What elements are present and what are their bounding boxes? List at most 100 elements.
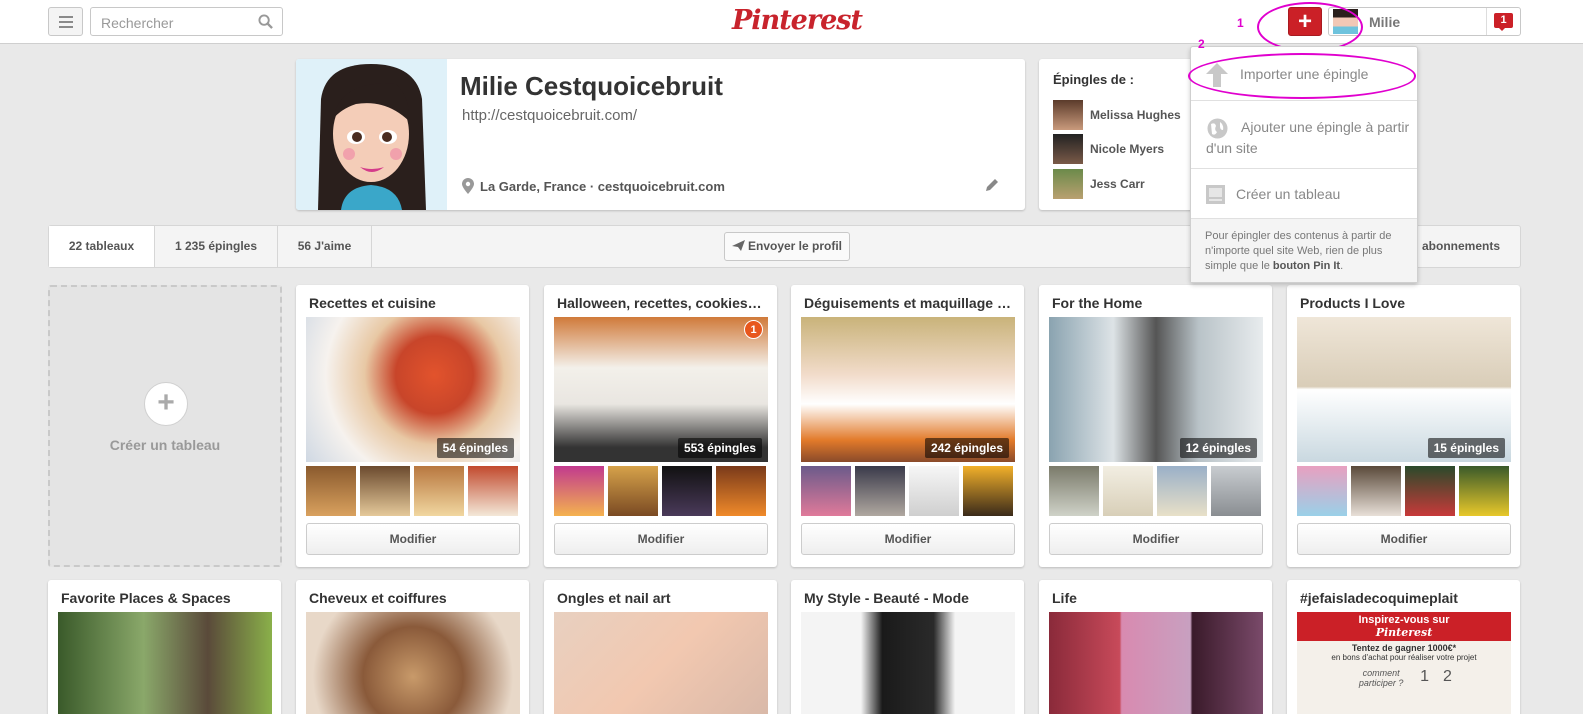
- annotation-circle-add: [1257, 2, 1363, 52]
- pin-it-help-text: Pour épingler des contenus à partir de n…: [1191, 219, 1417, 282]
- pins-from-title: Épingles de :: [1053, 72, 1134, 87]
- edit-pencil-icon[interactable]: [984, 177, 1000, 193]
- board-thumbnail: [1103, 466, 1153, 516]
- board-title: Ongles et nail art: [557, 590, 671, 606]
- help-text-end: .: [1340, 260, 1344, 272]
- avatar: [1053, 134, 1083, 164]
- user-name: Jess Carr: [1090, 177, 1145, 191]
- pins-from-panel: Épingles de : Melissa Hughes Nicole Myer…: [1039, 59, 1194, 210]
- tab-boards[interactable]: 22 tableaux: [49, 226, 155, 267]
- board-card[interactable]: For the Home 12 épingles Modifier: [1039, 285, 1272, 567]
- board-card[interactable]: My Style - Beauté - Mode: [791, 580, 1024, 714]
- inspire-steps: comment participer ? 1 2: [1297, 668, 1511, 688]
- add-pin-from-site-menu-item[interactable]: Ajouter une épingle à partir d'un site: [1191, 101, 1417, 169]
- board-grid-icon: [1206, 185, 1225, 204]
- board-title: Favorite Places & Spaces: [61, 590, 231, 606]
- board-thumbnail: [1049, 466, 1099, 516]
- board-thumbnail: [801, 466, 851, 516]
- board-card[interactable]: Déguisements et maquillage Halloween 242…: [791, 285, 1024, 567]
- pin-count: 553 épingles: [677, 438, 762, 458]
- pin-count: 54 épingles: [436, 438, 514, 458]
- board-cover[interactable]: [554, 612, 768, 714]
- add-from-site-label: Ajouter une épingle à partir d'un site: [1206, 119, 1410, 156]
- board-card[interactable]: #jefaisladecoquimeplait Inspirez-vous su…: [1287, 580, 1520, 714]
- board-cover[interactable]: 12 épingles: [1049, 317, 1263, 462]
- board-thumbnail: [1351, 466, 1401, 516]
- tab-likes[interactable]: 56 J'aime: [278, 226, 372, 267]
- profile-card: Milie Cestquoicebruit http://cestquoiceb…: [296, 59, 1025, 210]
- board-thumbnail: [414, 466, 464, 516]
- create-board-card[interactable]: + Créer un tableau: [48, 285, 282, 567]
- pins-from-user[interactable]: Melissa Hughes: [1053, 100, 1193, 130]
- board-thumbnail: [608, 466, 658, 516]
- pins-count-label: 235 épingles: [181, 239, 258, 253]
- modify-board-button[interactable]: Modifier: [1297, 523, 1511, 555]
- tab-pins[interactable]: 1 235 épingles: [155, 226, 278, 267]
- create-board-menu-item[interactable]: Créer un tableau: [1191, 169, 1417, 219]
- board-cover[interactable]: [58, 612, 272, 714]
- modify-board-button[interactable]: Modifier: [554, 523, 768, 555]
- profile-avatar: [296, 59, 447, 210]
- board-thumbnail: [909, 466, 959, 516]
- board-thumbnail: [360, 466, 410, 516]
- board-cover[interactable]: Inspirez-vous sur Pinterest Tentez de ga…: [1297, 612, 1511, 714]
- inspire-line2: Tentez de gagner 1000€*: [1351, 643, 1457, 653]
- board-title: Halloween, recettes, cookies, déco...: [557, 295, 765, 311]
- avatar: [1053, 169, 1083, 199]
- board-cover[interactable]: [801, 612, 1015, 714]
- notification-badge[interactable]: 1: [1494, 13, 1513, 31]
- board-thumbnail: [1459, 466, 1509, 516]
- search-placeholder: Rechercher: [101, 15, 174, 31]
- inspire-line1: Inspirez-vous sur: [1297, 612, 1511, 626]
- annotation-step-2: 2: [1198, 37, 1205, 51]
- board-thumbnail: [306, 466, 356, 516]
- board-card[interactable]: Cheveux et coiffures: [296, 580, 529, 714]
- inspire-logo: Pinterest: [1297, 626, 1511, 641]
- pinterest-logo[interactable]: Pinterest: [732, 5, 863, 36]
- board-card[interactable]: Life: [1039, 580, 1272, 714]
- board-card[interactable]: Halloween, recettes, cookies, déco... 1 …: [544, 285, 777, 567]
- board-cover[interactable]: 15 épingles: [1297, 317, 1511, 462]
- search-input[interactable]: Rechercher: [90, 7, 283, 36]
- board-cover[interactable]: 54 épingles: [306, 317, 520, 462]
- modify-board-button[interactable]: Modifier: [306, 523, 520, 555]
- modify-board-button[interactable]: Modifier: [1049, 523, 1263, 555]
- profile-name: Milie Cestquoicebruit: [460, 71, 723, 101]
- profile-website-link[interactable]: http://cestquoicebruit.com/: [462, 107, 637, 124]
- board-thumbnail: [1157, 466, 1207, 516]
- pin-count: 15 épingles: [1427, 438, 1505, 458]
- board-thumbnail: [855, 466, 905, 516]
- menu-button[interactable]: [48, 7, 83, 36]
- tab-following[interactable]: abonnements: [1422, 226, 1500, 267]
- search-icon[interactable]: [258, 14, 273, 29]
- board-thumbnail: [963, 466, 1013, 516]
- board-cover[interactable]: 242 épingles: [801, 317, 1015, 462]
- board-title: Recettes et cuisine: [309, 295, 436, 311]
- board-cover[interactable]: [1049, 612, 1263, 714]
- modify-board-button[interactable]: Modifier: [801, 523, 1015, 555]
- avatar: [1053, 100, 1083, 130]
- pins-from-user[interactable]: Jess Carr: [1053, 169, 1193, 199]
- board-card[interactable]: Favorite Places & Spaces: [48, 580, 281, 714]
- user-name: Melissa Hughes: [1090, 108, 1181, 122]
- annotation-step-1: 1: [1237, 16, 1244, 30]
- board-cover[interactable]: [306, 612, 520, 714]
- board-title: Déguisements et maquillage Halloween: [804, 295, 1012, 311]
- inspire-line3: en bons d'achat pour réaliser votre proj…: [1331, 653, 1477, 662]
- profile-location-text: La Garde, France · cestquoicebruit.com: [480, 178, 725, 194]
- pins-from-user[interactable]: Nicole Myers: [1053, 134, 1193, 164]
- board-thumbnail: [716, 466, 766, 516]
- add-board-icon: +: [144, 382, 188, 426]
- location-pin-icon: [462, 178, 474, 194]
- user-name: Milie: [1369, 14, 1401, 30]
- send-profile-button[interactable]: Envoyer le profil: [724, 232, 850, 261]
- inspire-step-2: 2: [1443, 668, 1452, 685]
- board-card[interactable]: Recettes et cuisine 54 épingles Modifier: [296, 285, 529, 567]
- board-cover[interactable]: 1 553 épingles: [554, 317, 768, 462]
- board-title: Products I Love: [1300, 295, 1406, 311]
- board-card[interactable]: Ongles et nail art: [544, 580, 777, 714]
- board-title: My Style - Beauté - Mode: [804, 590, 969, 606]
- pin-it-button-link[interactable]: bouton Pin It: [1273, 260, 1340, 272]
- board-card[interactable]: Products I Love 15 épingles Modifier: [1287, 285, 1520, 567]
- board-thumbnail: [1211, 466, 1261, 516]
